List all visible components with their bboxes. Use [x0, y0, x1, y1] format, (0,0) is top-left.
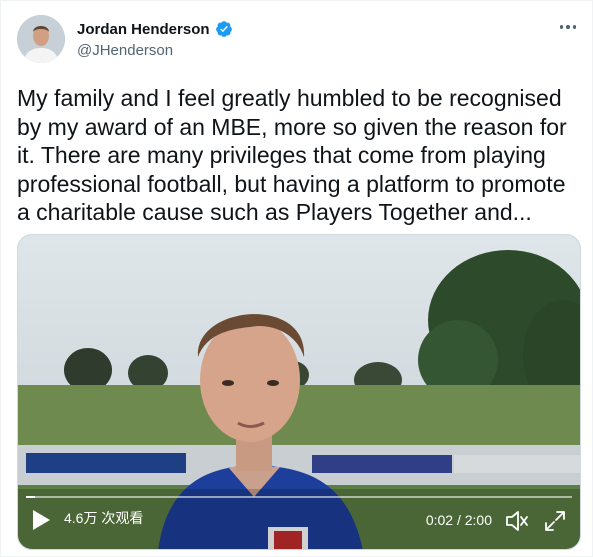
- video-controls: 4.6万 次观看 0:02 / 2:00: [18, 487, 580, 549]
- tweet-card[interactable]: Jordan Henderson @JHenderson My family a…: [0, 0, 593, 557]
- author-name-row: Jordan Henderson: [77, 20, 233, 38]
- author-handle[interactable]: @JHenderson: [77, 42, 173, 59]
- tweet-text: My family and I feel greatly humbled to …: [17, 85, 567, 225]
- author-display-name[interactable]: Jordan Henderson: [77, 21, 210, 38]
- video-player[interactable]: 4.6万 次观看 0:02 / 2:00: [17, 234, 581, 550]
- fullscreen-icon[interactable]: [542, 508, 568, 534]
- avatar[interactable]: [17, 15, 65, 63]
- more-options-icon[interactable]: [556, 19, 580, 35]
- play-icon[interactable]: [30, 508, 52, 532]
- verified-badge-icon: [215, 21, 232, 37]
- volume-icon[interactable]: [504, 508, 530, 534]
- video-progress-bar[interactable]: [26, 496, 572, 498]
- video-timestamp: 0:02 / 2:00: [425, 512, 492, 528]
- video-progress-fill: [26, 496, 36, 498]
- video-view-count: 4.6万 次观看: [64, 510, 144, 526]
